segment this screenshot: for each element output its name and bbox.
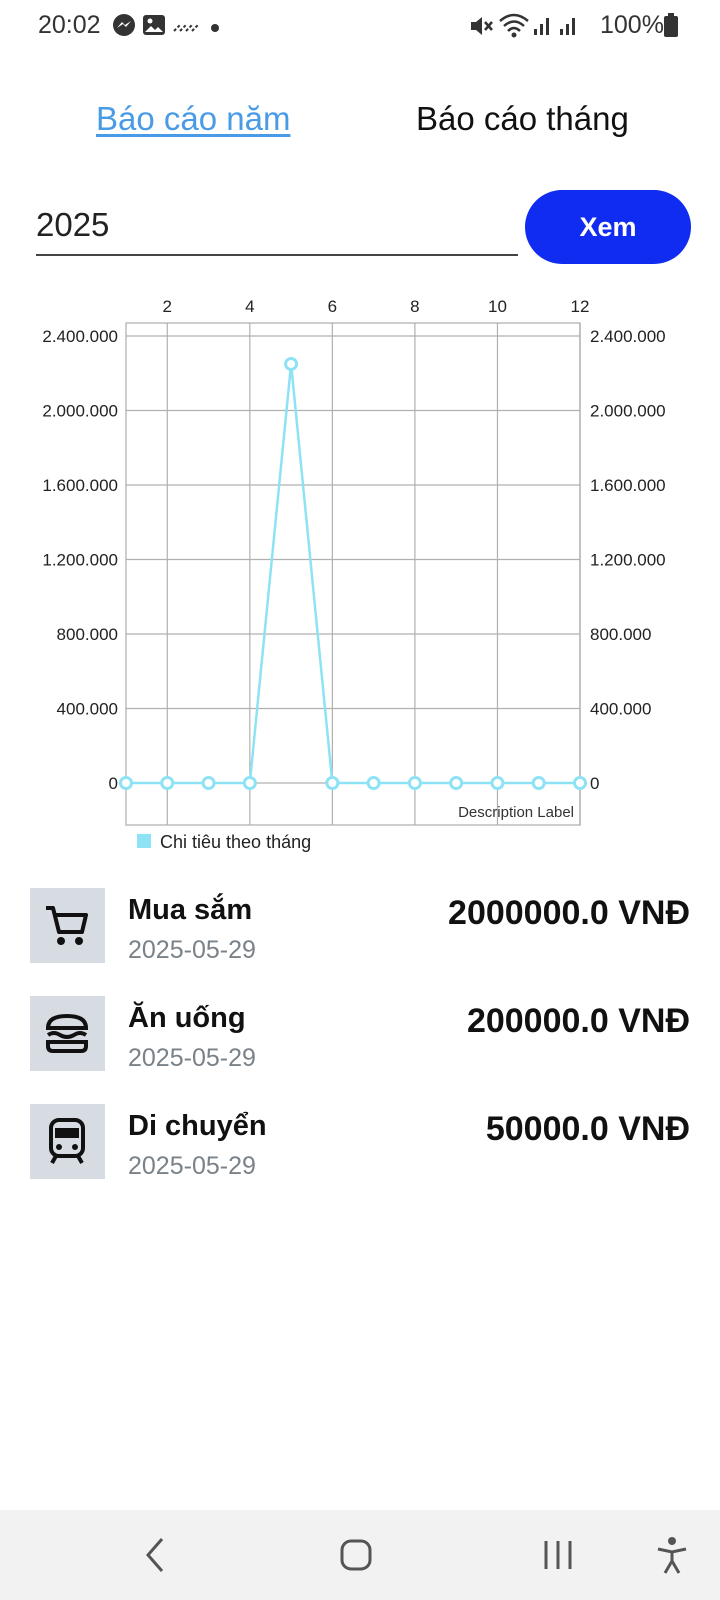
chart-data-point xyxy=(449,776,464,790)
chart-y-tick-label-left: 0 xyxy=(109,774,118,793)
chart-series-line xyxy=(126,363,580,785)
burger-icon xyxy=(45,1013,89,1053)
expense-date: 2025-05-29 xyxy=(128,936,256,964)
back-icon[interactable] xyxy=(140,1535,170,1580)
chart-x-tick-label: 6 xyxy=(328,297,337,316)
chart-y-tick-label-left: 2.000.000 xyxy=(42,402,118,421)
chart-data-point xyxy=(490,776,505,790)
chart-data-point xyxy=(119,776,133,790)
chart-data-point xyxy=(531,776,546,790)
expense-date: 2025-05-29 xyxy=(128,1044,256,1072)
chart-y-tick-label-right: 400.000 xyxy=(590,700,651,719)
signal-activity-icon xyxy=(172,13,200,42)
recents-icon[interactable] xyxy=(540,1535,576,1580)
chart-data-point xyxy=(366,776,381,790)
status-bar: 20:02 100% xyxy=(0,0,720,52)
year-input[interactable] xyxy=(36,200,518,250)
chart-x-tick-label: 10 xyxy=(488,297,507,316)
tab-year-report[interactable]: Báo cáo năm xyxy=(96,100,290,138)
chart-legend-swatch xyxy=(137,834,151,848)
chart-data-point xyxy=(573,776,587,790)
expense-item-transport[interactable]: Di chuyển 2025-05-29 50000.0 VNĐ xyxy=(0,1104,720,1194)
gallery-icon xyxy=(142,13,166,42)
battery-icon xyxy=(664,13,678,42)
chart-data-point xyxy=(407,776,422,790)
signal-icon xyxy=(532,13,554,42)
chart-y-tick-label-right: 1.200.000 xyxy=(590,551,666,570)
expense-icon-box xyxy=(30,888,105,963)
chart-legend-label: Chi tiêu theo tháng xyxy=(160,832,311,852)
expense-date: 2025-05-29 xyxy=(128,1152,256,1180)
battery-percent: 100% xyxy=(600,11,664,39)
chart-data-point xyxy=(201,776,216,790)
dot-icon xyxy=(210,20,220,38)
chart-x-tick-label: 4 xyxy=(245,297,254,316)
chart-data-point xyxy=(325,776,340,790)
chart-data-point xyxy=(160,776,175,790)
monthly-spending-chart: 2 4 6 8 10 12 0 0 400.000 400.000 800.000 800.000 1.… xyxy=(42,297,666,852)
cart-icon xyxy=(46,906,88,945)
chart-x-tick-label: 8 xyxy=(410,297,419,316)
chart-y-tick-label-right: 0 xyxy=(590,774,599,793)
chart-y-tick-label-left: 1.200.000 xyxy=(42,551,118,570)
chart-frame xyxy=(125,322,581,826)
expense-item-shopping[interactable]: Mua sắm 2025-05-29 2000000.0 VNĐ xyxy=(0,888,720,978)
signal-icon xyxy=(558,13,580,42)
navigation-bar xyxy=(0,1510,720,1600)
messenger-icon xyxy=(112,13,136,42)
expense-amount: 200000.0 VNĐ xyxy=(466,1002,690,1040)
chart-y-tick-label-left: 2.400.000 xyxy=(42,327,118,346)
chart-y-tick-label-left: 800.000 xyxy=(57,625,118,644)
expense-name: Mua sắm xyxy=(128,894,253,926)
train-icon xyxy=(49,1118,85,1164)
expense-item-food[interactable]: Ăn uống 2025-05-29 200000.0 VNĐ xyxy=(0,996,720,1086)
chart-x-tick-label: 2 xyxy=(163,297,172,316)
chart-y-tick-label-right: 2.400.000 xyxy=(590,327,666,346)
expense-icon-box xyxy=(30,996,105,1071)
expense-amount: 2000000.0 VNĐ xyxy=(448,894,690,932)
expense-amount: 50000.0 VNĐ xyxy=(485,1110,690,1148)
chart-y-tick-label-left: 1.600.000 xyxy=(42,476,118,495)
chart-y-tick-label-right: 2.000.000 xyxy=(590,402,666,421)
home-icon[interactable] xyxy=(338,1535,374,1580)
expense-name: Di chuyển xyxy=(128,1110,267,1142)
year-field[interactable] xyxy=(36,192,518,256)
wifi-icon xyxy=(498,13,530,44)
accessibility-icon[interactable] xyxy=(654,1535,690,1580)
chart-x-tick-label: 12 xyxy=(571,297,590,316)
view-button[interactable]: Xem xyxy=(525,190,691,264)
mute-icon xyxy=(468,13,494,44)
expense-name: Ăn uống xyxy=(128,1002,246,1034)
chart-y-tick-label-right: 800.000 xyxy=(590,625,651,644)
tab-month-report[interactable]: Báo cáo tháng xyxy=(416,100,629,138)
chart-data-point xyxy=(242,776,257,790)
chart-y-tick-label-right: 1.600.000 xyxy=(590,476,666,495)
status-time: 20:02 xyxy=(38,11,101,39)
chart-description-label: Description Label xyxy=(458,804,574,821)
chart-y-tick-label-left: 400.000 xyxy=(57,700,118,719)
expense-icon-box xyxy=(30,1104,105,1179)
chart-data-point xyxy=(284,356,299,371)
